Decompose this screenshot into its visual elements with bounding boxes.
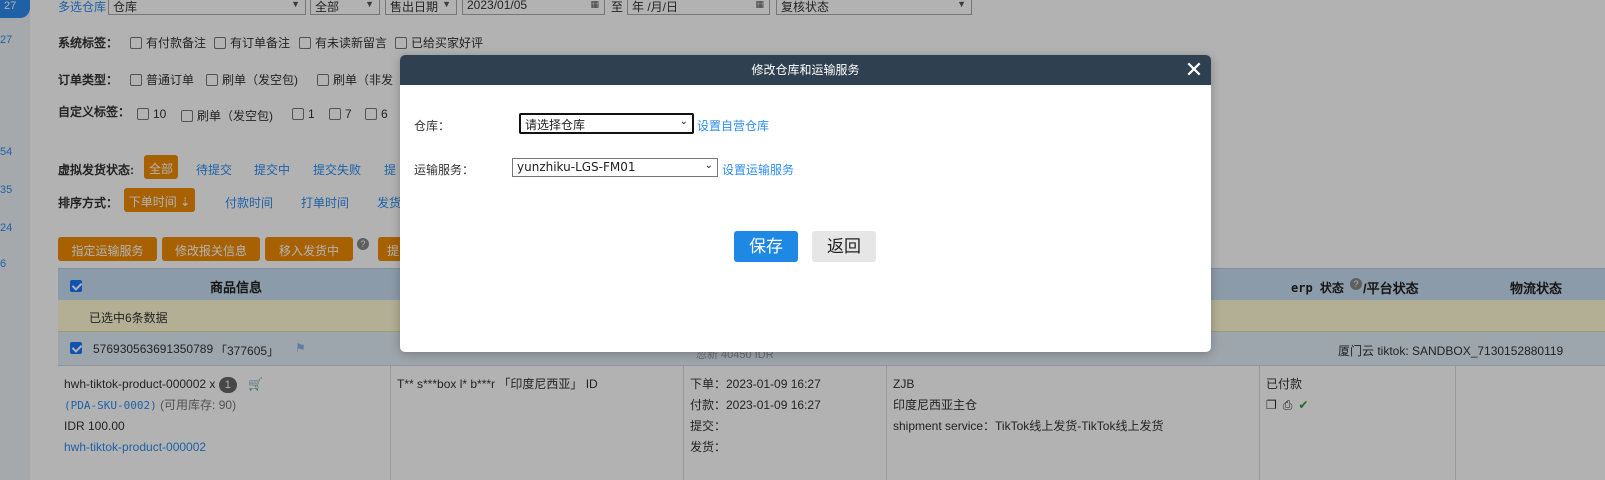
close-icon[interactable]: ✕ [1183, 57, 1205, 83]
set-shipping-service-link[interactable]: 设置运输服务 [722, 161, 794, 178]
chevron-down-icon: ⌄ [679, 116, 688, 127]
warehouse-label: 仓库： [414, 119, 451, 133]
shipping-service-label: 运输服务： [414, 163, 475, 177]
modal-title: 修改仓库和运输服务 [751, 63, 860, 77]
shipping-service-value: yunzhiku-LGS-FM01 [517, 160, 636, 174]
modal-header: 修改仓库和运输服务 ✕ [400, 55, 1211, 85]
shipping-service-select[interactable]: yunzhiku-LGS-FM01 ⌄ [512, 158, 718, 177]
edit-warehouse-shipping-modal: 修改仓库和运输服务 ✕ 仓库： 请选择仓库 ⌄ 设置自营仓库 运输服务： yun… [400, 55, 1211, 352]
chevron-down-icon: ⌄ [704, 160, 713, 171]
warehouse-select-value: 请选择仓库 [525, 118, 586, 132]
warehouse-select[interactable]: 请选择仓库 ⌄ [519, 113, 694, 134]
save-button[interactable]: 保存 [734, 231, 798, 262]
back-button[interactable]: 返回 [812, 231, 876, 262]
set-own-warehouse-link[interactable]: 设置自营仓库 [697, 117, 769, 134]
